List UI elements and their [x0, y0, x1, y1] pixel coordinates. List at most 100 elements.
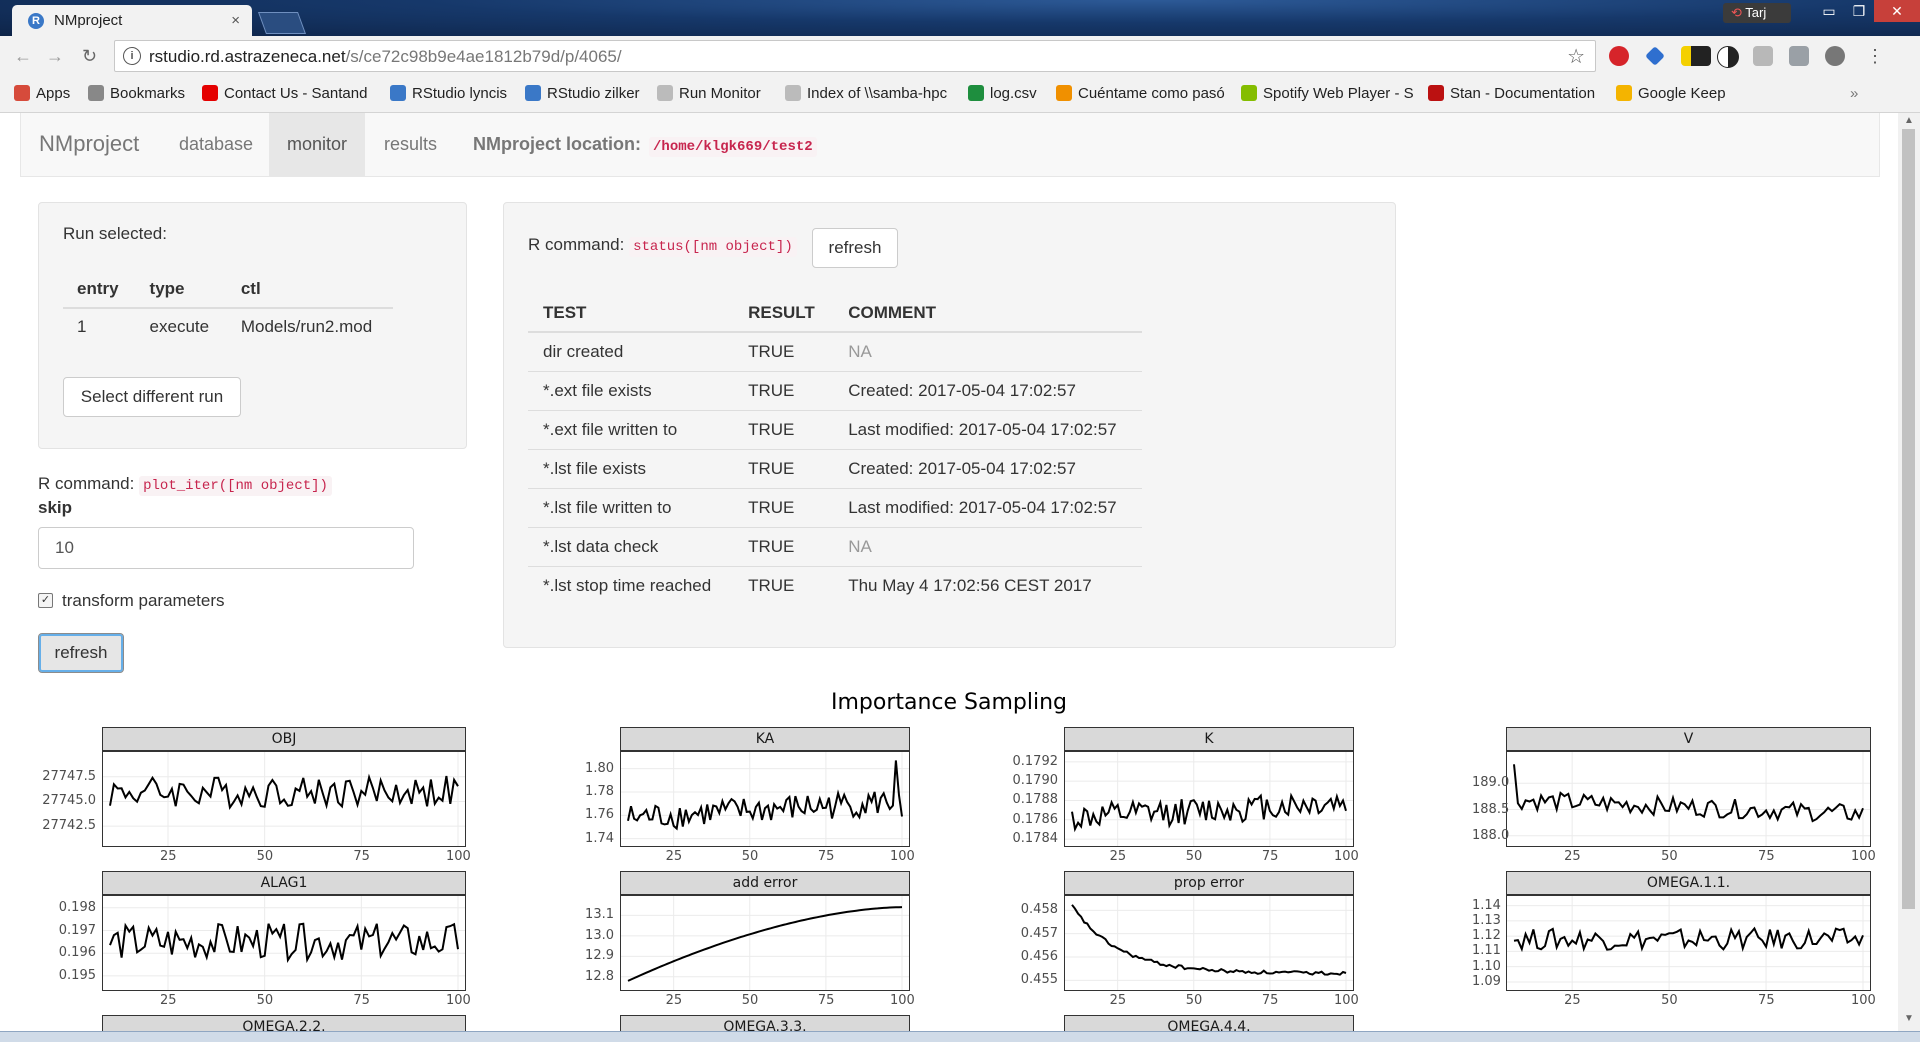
- star-icon: [88, 85, 104, 101]
- y-tick-label: 0.195: [58, 967, 96, 983]
- select-different-run-button[interactable]: Select different run: [63, 377, 241, 417]
- y-tick-label: 27742.5: [42, 818, 96, 834]
- x-tick-label: 75: [1758, 849, 1775, 864]
- x-tick-label: 100: [446, 849, 471, 864]
- test-name: *.ext file written to: [528, 410, 734, 450]
- run-ctl: Models/run2.mod: [240, 317, 373, 336]
- y-tick-label: 0.1784: [1012, 831, 1059, 847]
- extension-icon[interactable]: [1789, 46, 1809, 66]
- test-comment: NA: [833, 331, 1142, 372]
- browser-tab[interactable]: R NMproject ×: [12, 5, 252, 36]
- x-tick-label: 25: [1564, 993, 1581, 1008]
- facet-strip-label: OMEGA.2.2.: [102, 1015, 466, 1031]
- run-selected-heading: Run selected:: [63, 224, 167, 243]
- y-tick-label: 13.1: [585, 907, 614, 923]
- back-arrow-icon[interactable]: ←: [14, 46, 32, 67]
- forward-arrow-icon[interactable]: →: [46, 46, 64, 67]
- bookmark-label: RStudio zilker: [547, 85, 640, 102]
- test-comment: Last modified: 2017-05-04 17:02:57: [833, 410, 1142, 450]
- run-selected-panel: Run selected: entry type ctl 1 execute M…: [38, 202, 467, 449]
- bookmark-label: Apps: [36, 85, 71, 102]
- reload-icon[interactable]: ↻: [82, 46, 97, 67]
- spotify-icon: [1241, 85, 1257, 101]
- facet-plot-area: [1064, 751, 1354, 847]
- status-refresh-button[interactable]: refresh: [812, 228, 898, 268]
- bookmark-item[interactable]: RStudio lyncis: [390, 85, 507, 102]
- bookmarks-overflow-icon[interactable]: »: [1850, 85, 1858, 102]
- y-tick-label: 12.9: [585, 948, 614, 964]
- test-name: dir created: [528, 331, 734, 372]
- scroll-down-icon[interactable]: ▼: [1904, 1013, 1914, 1024]
- bookmark-star-icon[interactable]: ☆: [1567, 44, 1585, 69]
- restore-icon[interactable]: ❐: [1844, 0, 1874, 22]
- page-icon: [785, 85, 801, 101]
- run-col-ctl: ctl: [226, 271, 393, 309]
- menu-icon[interactable]: ⋮: [1866, 46, 1884, 66]
- facet-strip-label: prop error: [1064, 871, 1354, 895]
- plot-title: Importance Sampling: [830, 690, 1068, 715]
- bookmark-label: Spotify Web Player - S: [1263, 85, 1414, 102]
- scroll-up-icon[interactable]: ▲: [1904, 115, 1914, 126]
- plot-refresh-button[interactable]: refresh: [38, 633, 124, 673]
- test-result: TRUE: [733, 527, 834, 567]
- extension-icon[interactable]: [1825, 46, 1845, 66]
- y-tick-label: 1.13: [1472, 912, 1501, 928]
- bookmark-label: Run Monitor: [679, 85, 761, 102]
- app-navbar: NMproject database monitor results NMpro…: [20, 113, 1880, 177]
- bookmark-item[interactable]: Cuéntame como pasó: [1056, 85, 1225, 102]
- skip-input[interactable]: 10: [38, 527, 414, 569]
- bookmark-item[interactable]: Apps: [14, 85, 70, 102]
- y-tick-label: 0.196: [58, 945, 96, 961]
- transform-parameters-checkbox[interactable]: ✓: [38, 593, 53, 608]
- minimize-icon[interactable]: ▭: [1814, 0, 1844, 22]
- facet-plot-area: [1506, 751, 1871, 847]
- bookmark-label: log.csv: [990, 85, 1037, 102]
- close-window-icon[interactable]: ✕: [1874, 0, 1920, 22]
- extension-icon[interactable]: [1717, 46, 1739, 68]
- new-tab-button[interactable]: [257, 12, 307, 34]
- test-result: TRUE: [733, 449, 834, 489]
- extension-icon[interactable]: [1681, 46, 1711, 66]
- apps-icon: [14, 85, 30, 101]
- bookmark-item[interactable]: Contact Us - Santand: [202, 85, 367, 102]
- url-text[interactable]: rstudio.rd.astrazeneca.net/s/ce72c98b9e4…: [149, 47, 622, 67]
- nav-database[interactable]: database: [161, 113, 271, 176]
- status-col-comment: COMMENT: [833, 295, 1142, 333]
- tab-close-icon[interactable]: ×: [231, 5, 240, 36]
- scrollbar-thumb[interactable]: [1902, 129, 1915, 909]
- bookmark-item[interactable]: Bookmarks: [88, 85, 185, 102]
- bookmark-item[interactable]: Index of \\samba-hpc: [785, 85, 947, 102]
- x-tick-label: 50: [1661, 849, 1678, 864]
- bookmark-item[interactable]: Google Keep: [1616, 85, 1726, 102]
- extension-icon[interactable]: [1609, 46, 1629, 66]
- app-brand[interactable]: NMproject: [39, 131, 139, 157]
- facet-strip-label: OMEGA.4.4.: [1064, 1015, 1354, 1031]
- facet-strip-label: OMEGA.3.3.: [620, 1015, 910, 1031]
- y-tick-label: 0.1786: [1012, 811, 1059, 827]
- bookmark-item[interactable]: Spotify Web Player - S: [1241, 85, 1414, 102]
- y-tick-label: 188.0: [1472, 827, 1510, 843]
- table-row: dir created TRUE NA: [528, 331, 1142, 372]
- page-icon: [657, 85, 673, 101]
- page-scrollbar[interactable]: ▲ ▼: [1898, 113, 1920, 1031]
- address-bar[interactable]: i rstudio.rd.astrazeneca.net/s/ce72c98b9…: [114, 40, 1596, 72]
- nav-monitor[interactable]: monitor: [269, 113, 366, 176]
- bookmark-item[interactable]: Run Monitor: [657, 85, 761, 102]
- bookmark-label: Bookmarks: [110, 85, 186, 102]
- facet-plot-area: [102, 751, 466, 847]
- x-tick-label: 100: [1851, 849, 1876, 864]
- run-entry: 1: [77, 317, 87, 336]
- bookmark-item[interactable]: log.csv: [968, 85, 1037, 102]
- test-comment: Thu May 4 17:02:56 CEST 2017: [833, 566, 1142, 605]
- table-row: *.ext file written to TRUE Last modified: …: [528, 410, 1142, 450]
- nav-results[interactable]: results: [366, 113, 455, 176]
- bookmark-label: Cuéntame como pasó: [1078, 85, 1225, 102]
- transform-parameters-label: transform parameters: [62, 591, 225, 610]
- bookmark-item[interactable]: Stan - Documentation: [1428, 85, 1595, 102]
- extension-icon[interactable]: [1753, 46, 1773, 66]
- info-icon[interactable]: i: [123, 47, 141, 65]
- bookmark-item[interactable]: RStudio zilker: [525, 85, 640, 102]
- table-row[interactable]: 1 execute Models/run2.mod: [63, 308, 393, 345]
- profile-button[interactable]: ⟲ Tarj: [1723, 3, 1791, 23]
- test-result: TRUE: [733, 566, 834, 605]
